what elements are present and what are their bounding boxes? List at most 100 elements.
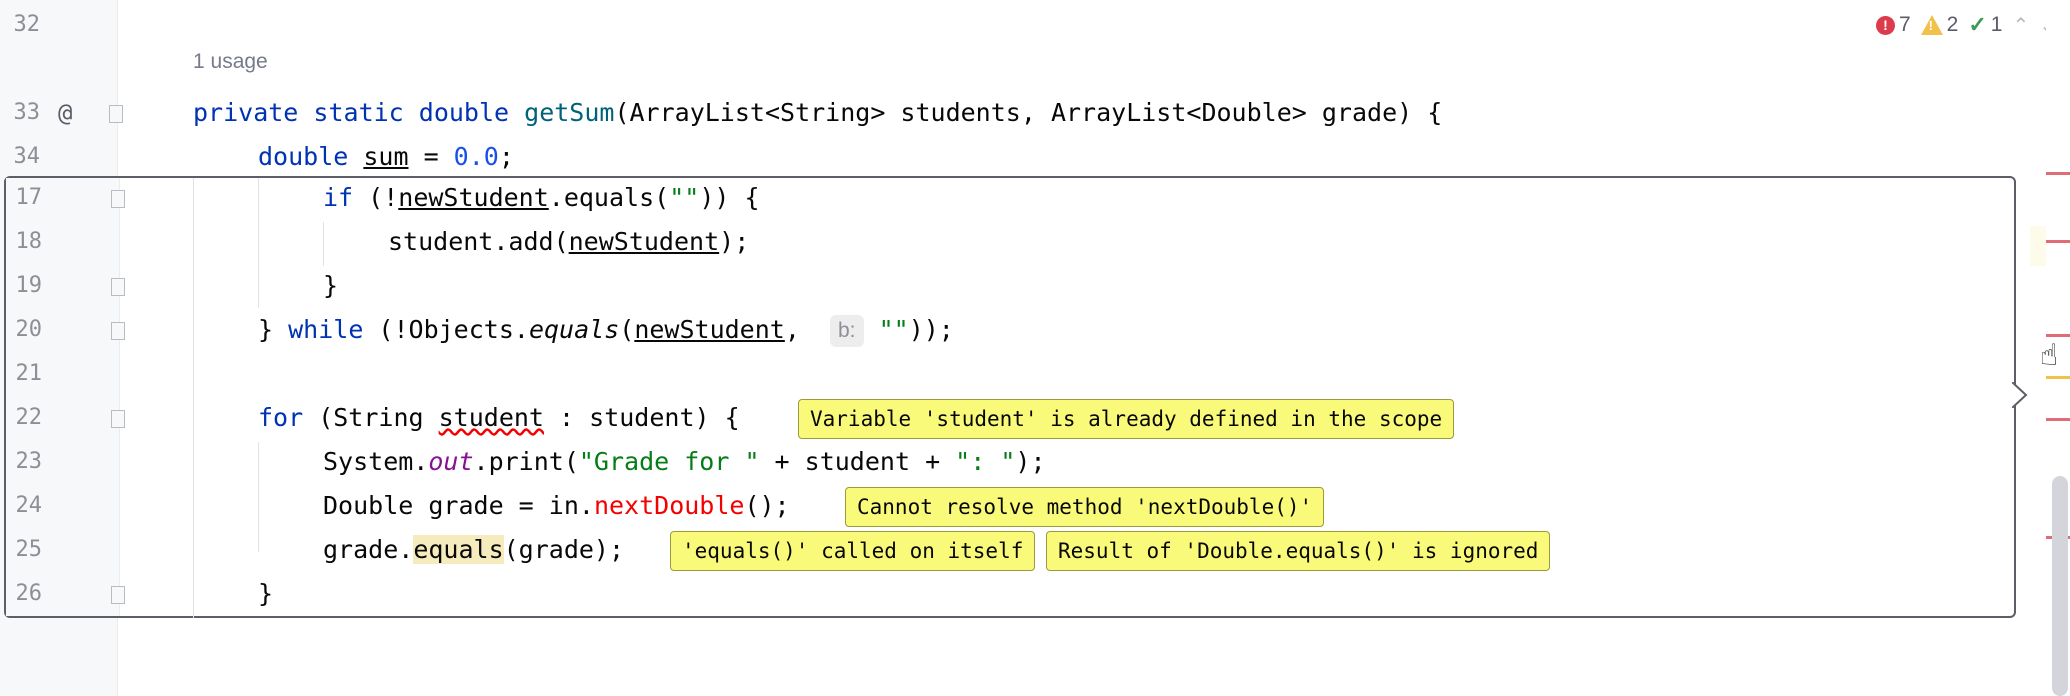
code-token: (String	[303, 403, 439, 432]
code-line-17[interactable]: if (!newStudent.equals("")) {	[323, 176, 760, 220]
code-token: .equals(	[548, 183, 670, 212]
warnings-count: 2	[1946, 13, 1959, 36]
code-token: sum	[363, 142, 409, 171]
inspection-tag-student-defined[interactable]: Variable 'student' is already defined in…	[798, 399, 1455, 439]
errors-indicator[interactable]: ! 7	[1875, 13, 1911, 37]
code-token: double	[258, 142, 364, 171]
code-token: ();	[744, 491, 790, 520]
code-line-22[interactable]: for (String student : student) {	[258, 396, 740, 440]
error-icon: !	[1875, 15, 1895, 35]
code-token: System.	[323, 447, 429, 476]
scrollbar-thumb[interactable]	[2052, 476, 2068, 696]
line-number-20: 20	[15, 317, 43, 342]
code-token: getSum	[524, 98, 615, 127]
code-token: newStudent	[568, 227, 720, 256]
code-token: }	[323, 271, 339, 300]
line-number-26: 26	[15, 581, 43, 606]
line-number-24: 24	[15, 493, 43, 518]
code-line-34[interactable]: double sum = 0.0;	[258, 135, 514, 179]
code-token: ));	[908, 315, 954, 344]
line-number-25: 25	[15, 537, 43, 562]
code-token: }	[258, 315, 289, 344]
inspection-tag-result-ignored[interactable]: Result of 'Double.equals()' is ignored	[1046, 531, 1551, 571]
indent-guide	[258, 178, 259, 308]
indent-guide	[258, 442, 259, 552]
fold-open-icon[interactable]	[111, 190, 125, 208]
fold-open-icon[interactable]	[109, 105, 123, 123]
error-stripe-mark[interactable]	[2046, 172, 2070, 175]
inspection-status-widget[interactable]: ! 7 ! 2 ✓ 1 ⌃ ⌄	[1875, 12, 2056, 38]
code-token: while	[288, 315, 364, 344]
warnings-indicator[interactable]: ! 2	[1920, 13, 1959, 37]
code-token: ,	[784, 315, 830, 344]
warning-icon: !	[1920, 15, 1943, 35]
code-token: );	[1015, 447, 1046, 476]
code-token: newStudent	[398, 183, 549, 212]
code-line-33[interactable]: private static double getSum(ArrayList<S…	[193, 91, 1442, 135]
code-token: : student) {	[543, 403, 740, 432]
code-line-20[interactable]: } while (!Objects.equals(newStudent, b: …	[258, 308, 954, 352]
code-token: (!	[368, 183, 399, 212]
code-token: student	[438, 403, 544, 432]
line-number-19: 19	[15, 273, 43, 298]
code-line-26[interactable]: }	[258, 572, 273, 616]
code-token: (grade);	[503, 535, 625, 564]
code-token: (	[619, 315, 635, 344]
code-token: out	[428, 447, 474, 476]
code-line-25[interactable]: grade.equals(grade);	[323, 528, 624, 572]
code-token: ""	[878, 315, 909, 344]
fold-open-icon[interactable]	[111, 410, 125, 428]
code-token: ": "	[955, 447, 1016, 476]
line-number-18: 18	[15, 229, 43, 254]
line-number-23: 23	[15, 449, 43, 474]
code-token: .print(	[473, 447, 579, 476]
usages-inlay[interactable]: 1 usage	[193, 50, 268, 74]
code-token: student.add(	[388, 227, 569, 256]
code-token: Double grade = in.	[323, 491, 594, 520]
code-line-23[interactable]: System.out.print("Grade for " + student …	[323, 440, 1046, 484]
line-number-22: 22	[15, 405, 43, 430]
previous-problem-chevron-up-icon[interactable]: ⌃	[2012, 13, 2029, 38]
inspection-tag-cannot-resolve[interactable]: Cannot resolve method 'nextDouble()'	[845, 487, 1325, 527]
hand-cursor-icon: ☝	[2040, 338, 2059, 373]
error-stripe-mark[interactable]	[2046, 334, 2070, 337]
code-token: for	[258, 403, 304, 432]
line-number-34: 34	[13, 144, 41, 169]
weak-warnings-count: 1	[1990, 13, 2003, 36]
weak-warnings-indicator[interactable]: ✓ 1	[1968, 12, 2002, 38]
code-token: newStudent	[634, 315, 785, 344]
fold-end-icon[interactable]	[111, 322, 125, 340]
warning-stripe-mark[interactable]	[2046, 376, 2070, 379]
line-number-32: 32	[13, 12, 41, 37]
indent-guide	[193, 178, 194, 618]
popup-arrow-icon	[2012, 382, 2028, 408]
indent-guide	[323, 222, 324, 266]
parameter-name-hint: b:	[830, 315, 864, 347]
code-line-19[interactable]: }	[323, 264, 338, 308]
code-token: equals	[413, 535, 504, 564]
code-line-18[interactable]: student.add(newStudent);	[388, 220, 749, 264]
code-token: =	[408, 142, 454, 171]
inspection-tag-equals-itself[interactable]: 'equals()' called on itself	[670, 531, 1036, 571]
weak-warning-check-icon: ✓	[1968, 12, 1987, 37]
error-stripe-mark[interactable]	[2046, 418, 2070, 421]
code-token: (ArrayList<String> students, ArrayList<D…	[614, 98, 1443, 127]
code-token: equals	[528, 315, 620, 344]
code-token: ""	[669, 183, 700, 212]
peek-definition-popup[interactable]: 17 if (!newStudent.equals("")) { 18 stud…	[4, 176, 2016, 618]
line-number-21: 21	[15, 361, 43, 386]
code-token: if	[323, 183, 369, 212]
errors-count: 7	[1898, 13, 1911, 36]
code-token: 0.0	[453, 142, 499, 171]
fold-end-icon[interactable]	[111, 278, 125, 296]
line-number-33: 33	[13, 100, 41, 125]
code-token: grade.	[323, 535, 414, 564]
override-marker-icon[interactable]: @	[58, 91, 72, 135]
code-token: "Grade for "	[578, 447, 760, 476]
fold-end-icon[interactable]	[111, 586, 125, 604]
code-line-24[interactable]: Double grade = in.nextDouble();	[323, 484, 790, 528]
code-token: + student +	[759, 447, 956, 476]
code-token: )) {	[699, 183, 760, 212]
error-stripe-mark[interactable]	[2046, 240, 2070, 243]
